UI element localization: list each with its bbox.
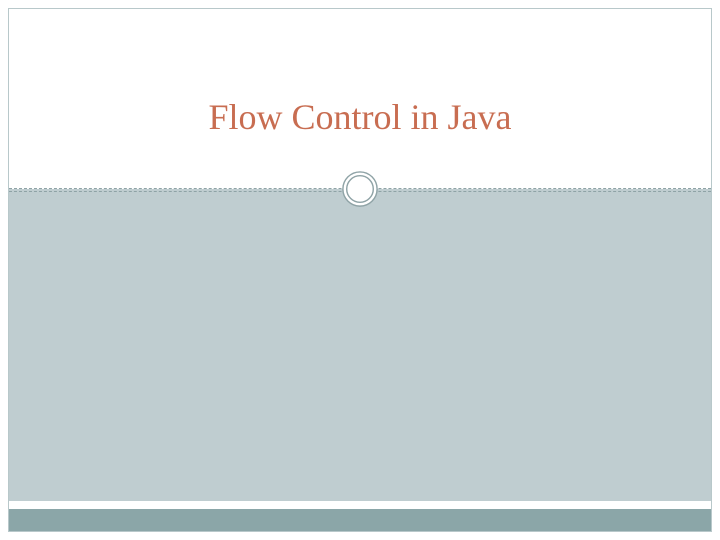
footer-bar xyxy=(9,509,711,531)
circle-ornament-icon xyxy=(341,170,379,208)
slide-frame: Flow Control in Java xyxy=(8,8,712,532)
title-area: Flow Control in Java xyxy=(9,9,711,189)
body-area xyxy=(9,189,711,501)
slide-title: Flow Control in Java xyxy=(209,96,512,138)
